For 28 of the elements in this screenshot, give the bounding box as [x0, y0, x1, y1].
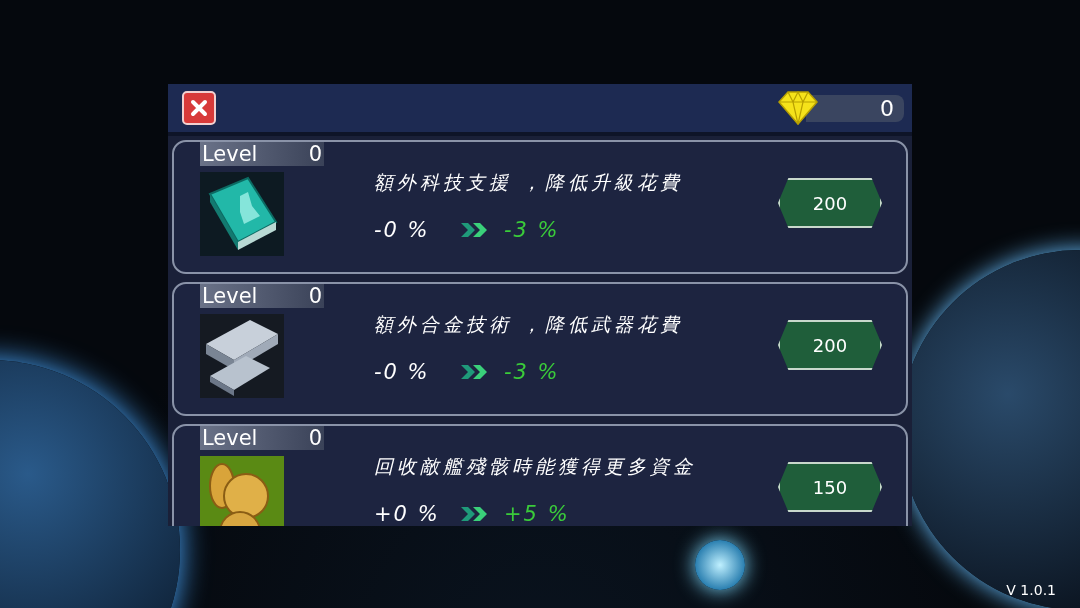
level-value: 0 — [308, 284, 322, 308]
double-chevron-icon — [460, 505, 490, 523]
level-label: Level — [202, 142, 258, 166]
next-value: -3 % — [504, 218, 560, 242]
book-icon — [200, 172, 284, 256]
level-label: Level — [202, 284, 258, 308]
next-value: -3 % — [504, 360, 560, 384]
double-chevron-icon — [460, 363, 490, 381]
close-button[interactable] — [182, 91, 216, 125]
current-value: -0 % — [374, 360, 431, 384]
price-button[interactable]: 200 — [778, 320, 882, 370]
level-value: 0 — [308, 426, 322, 450]
price-button[interactable]: 200 — [778, 178, 882, 228]
upgrade-description: 回收敵艦殘骸時能獲得更多資金 — [374, 454, 697, 479]
upgrade-description: 額外合金技術 ，降低武器花費 — [374, 312, 685, 337]
upgrade-description: 額外科技支援 ，降低升級花費 — [374, 170, 685, 195]
next-value: +5 % — [504, 502, 570, 526]
close-icon — [189, 98, 209, 118]
current-value: -0 % — [374, 218, 431, 242]
current-value: +0 % — [374, 502, 441, 526]
version-label: V 1.0.1 — [1006, 582, 1056, 598]
price-button[interactable]: 150 — [778, 462, 882, 512]
metal-bars-icon — [200, 314, 284, 398]
coins-icon — [200, 456, 284, 526]
level-value: 0 — [308, 142, 322, 166]
level-label: Level — [202, 426, 258, 450]
double-chevron-icon — [460, 221, 490, 239]
planet-drawing — [695, 540, 745, 590]
